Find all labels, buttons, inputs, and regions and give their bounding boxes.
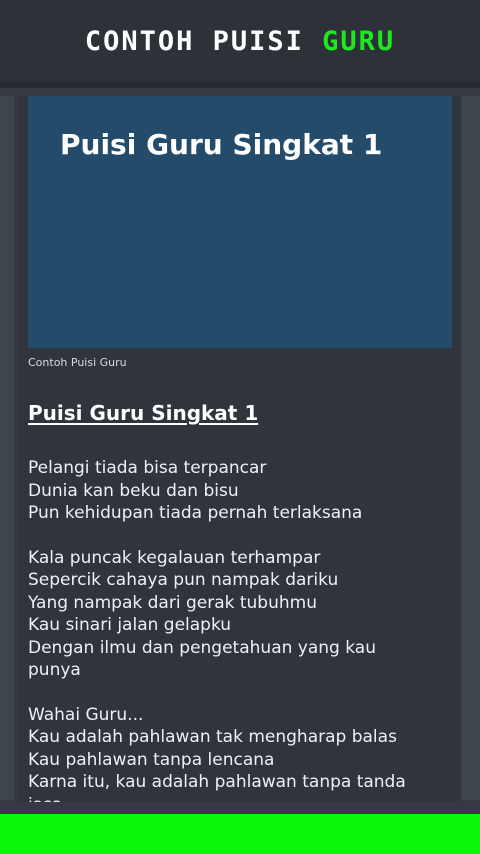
poem-heading: Puisi Guru Singkat 1	[28, 401, 259, 425]
poem-line: Karna itu, kau adalah pahlawan tanpa tan…	[28, 772, 406, 792]
image-caption: Contoh Puisi Guru	[28, 356, 127, 369]
app-title: CONTOH PUISI GURU	[85, 26, 395, 57]
image-title: Puisi Guru Singkat 1	[60, 128, 383, 161]
poem-line: Kau sinari jalan gelapku	[28, 615, 232, 635]
poem-line: Kau pahlawan tanpa lencana	[28, 749, 275, 770]
poem-line: jasa	[28, 794, 448, 803]
app-title-main: CONTOH PUISI	[84, 25, 323, 57]
right-rail	[462, 96, 480, 800]
app-header: CONTOH PUISI GURU	[0, 0, 480, 88]
poem-line: Dengan ilmu dan pengetahuan yang kau	[28, 637, 376, 658]
article-image: Puisi Guru Singkat 1	[28, 96, 452, 348]
poem-line: Wahai Guru...	[28, 704, 144, 725]
poem-line: Dunia kan beku dan bisu	[28, 480, 239, 501]
stanza: Wahai Guru... Kau adalah pahlawan tak me…	[28, 704, 448, 803]
left-rail	[0, 96, 14, 800]
article-card[interactable]: Puisi Guru Singkat 1 Contoh Puisi Guru P…	[18, 96, 460, 802]
poem-line: Pelangi tiada bisa terpancar	[28, 458, 267, 478]
bottom-banner[interactable]	[0, 814, 480, 854]
poem-body: Pelangi tiada bisa terpancar Dunia kan b…	[28, 457, 448, 802]
poem-line: punya	[28, 660, 81, 680]
app-title-accent: GURU	[322, 25, 396, 57]
poem-line: Kala puncak kegalauan terhampar	[28, 547, 321, 568]
poem-line: Sepercik cahaya pun nampak dariku	[28, 570, 339, 590]
stanza: Kala puncak kegalauan terhampar Sepercik…	[28, 547, 448, 682]
poem-line: Yang nampak dari gerak tubuhmu	[28, 592, 317, 613]
poem-line: Kau adalah pahlawan tak mengharap balas	[28, 727, 397, 747]
poem-line: Pun kehidupan tiada pernah terlaksana	[28, 503, 363, 523]
stanza: Pelangi tiada bisa terpancar Dunia kan b…	[28, 457, 448, 525]
